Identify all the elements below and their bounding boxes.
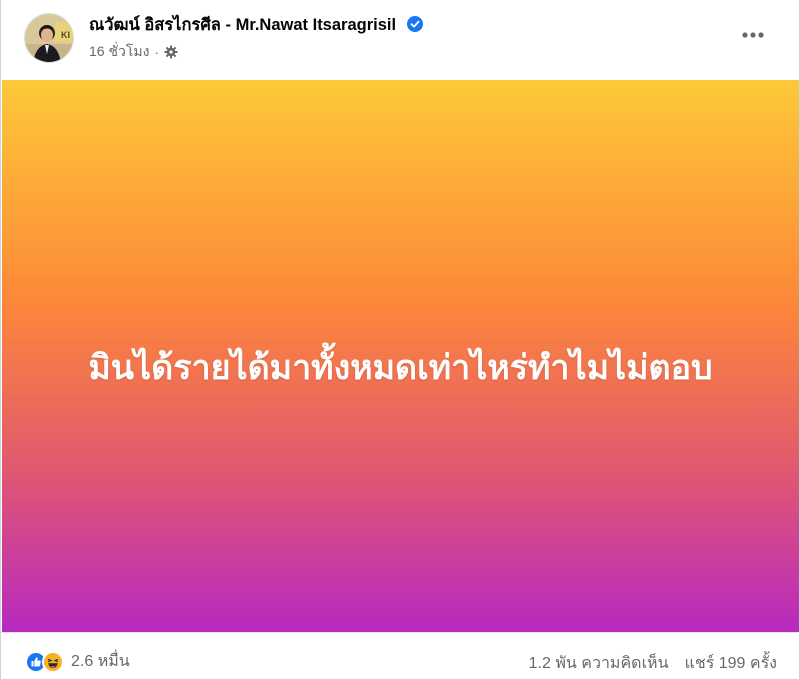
reactions-summary[interactable]: 2.6 หมื่น [25, 649, 130, 674]
more-options-icon [742, 32, 764, 38]
author-name[interactable]: ณวัฒน์ อิสรไกรศีล - Mr.Nawat Itsaragrisi… [89, 16, 396, 34]
engagement-counts: 1.2 พัน ความคิดเห็น แชร์ 199 ครั้ง [529, 651, 777, 676]
haha-icon [42, 650, 64, 673]
gear-icon[interactable] [164, 45, 178, 59]
shares-count-link[interactable]: แชร์ 199 ครั้ง [685, 651, 777, 676]
reaction-count: 2.6 หมื่น [71, 653, 130, 670]
comments-count-link[interactable]: 1.2 พัน ความคิดเห็น [529, 651, 669, 676]
post-background-gradient: มินได้รายได้มาทั้งหมดเท่าไหร่ทำไมไม่ตอบ [2, 80, 799, 632]
post-text: มินได้รายได้มาทั้งหมดเท่าไหร่ทำไมไม่ตอบ [88, 349, 713, 387]
author-name-row: ณวัฒน์ อิสรไกรศีล - Mr.Nawat Itsaragrisi… [89, 12, 423, 38]
more-options-button[interactable] [733, 17, 773, 53]
facebook-post-card: KI ณวัฒน์ อิสรไกรศีล - Mr.Nawat Itsaragr… [0, 0, 800, 679]
author-avatar[interactable]: KI [24, 13, 74, 63]
post-footer: 2.6 หมื่น 1.2 พัน ความคิดเห็น แชร์ 199 ค… [1, 632, 800, 679]
post-header: KI ณวัฒน์ อิสรไกรศีล - Mr.Nawat Itsaragr… [1, 0, 800, 80]
post-timestamp[interactable]: 16 ชั่วโมง [89, 41, 149, 63]
svg-text:KI: KI [61, 30, 70, 40]
verified-badge-icon [406, 16, 423, 32]
meta-separator: · [154, 44, 160, 60]
post-meta: 16 ชั่วโมง · [89, 41, 178, 63]
